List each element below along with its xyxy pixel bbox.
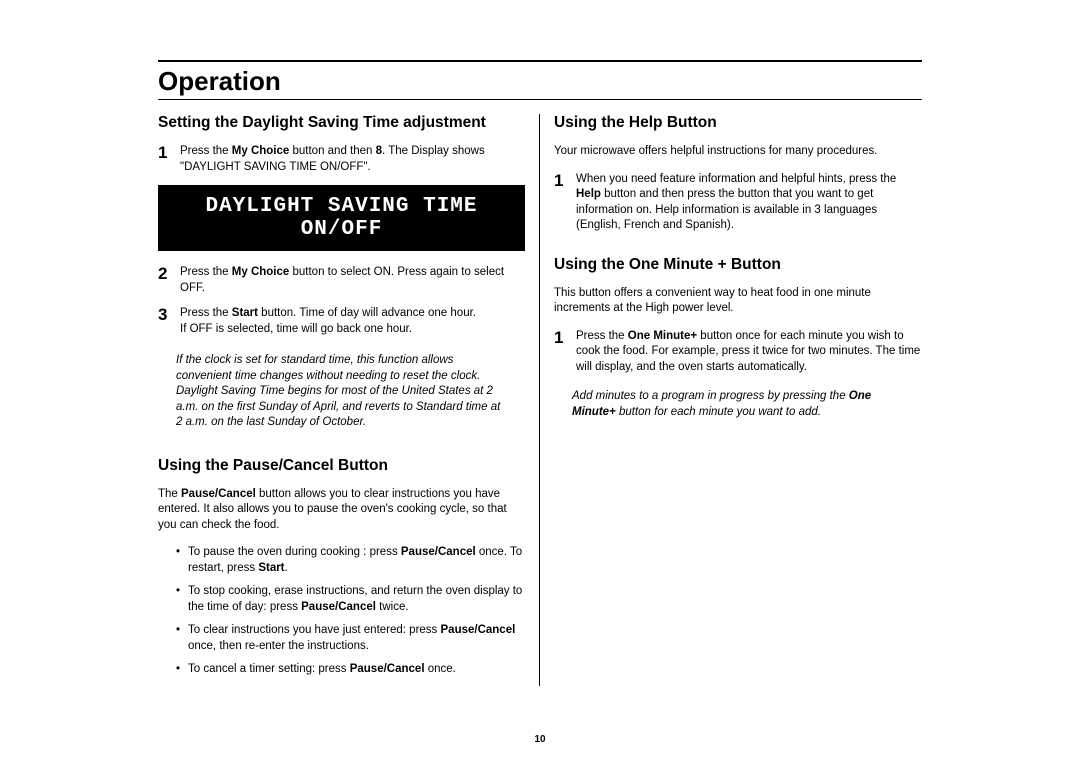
pause-intro: The Pause/Cancel button allows you to cl… bbox=[158, 487, 525, 534]
step-number: 2 bbox=[158, 265, 180, 284]
step-text: Press the My Choice button to select ON.… bbox=[180, 265, 525, 296]
list-item: To stop cooking, erase instructions, and… bbox=[176, 584, 525, 615]
heading-one-minute: Using the One Minute + Button bbox=[554, 256, 922, 274]
heading-help: Using the Help Button bbox=[554, 114, 922, 132]
help-step-1: 1 When you need feature information and … bbox=[554, 172, 922, 234]
step-text: When you need feature information and he… bbox=[576, 172, 922, 234]
oneminute-note: Add minutes to a program in progress by … bbox=[554, 385, 922, 424]
step-text: Press the One Minute+ button once for ea… bbox=[576, 329, 922, 376]
heading-dst: Setting the Daylight Saving Time adjustm… bbox=[158, 114, 525, 132]
manual-page: Operation Setting the Daylight Saving Ti… bbox=[0, 0, 1080, 765]
title-underline bbox=[158, 99, 922, 100]
oneminute-step-1: 1 Press the One Minute+ button once for … bbox=[554, 329, 922, 376]
step-number: 3 bbox=[158, 306, 180, 325]
oneminute-intro: This button offers a convenient way to h… bbox=[554, 286, 922, 317]
list-item: To pause the oven during cooking : press… bbox=[176, 545, 525, 576]
dst-step-1: 1 Press the My Choice button and then 8.… bbox=[158, 144, 525, 175]
content-columns: Setting the Daylight Saving Time adjustm… bbox=[158, 114, 922, 686]
top-rule bbox=[158, 60, 922, 62]
page-number: 10 bbox=[158, 734, 922, 745]
step-text: Press the Start button. Time of day will… bbox=[180, 306, 525, 337]
step-number: 1 bbox=[554, 329, 576, 348]
right-column: Using the Help Button Your microwave off… bbox=[540, 114, 922, 686]
lcd-display: DAYLIGHT SAVING TIME ON/OFF bbox=[158, 185, 525, 251]
step-number: 1 bbox=[554, 172, 576, 191]
dst-note: If the clock is set for standard time, t… bbox=[158, 347, 525, 437]
left-column: Setting the Daylight Saving Time adjustm… bbox=[158, 114, 540, 686]
page-title: Operation bbox=[158, 66, 922, 97]
dst-step-3: 3 Press the Start button. Time of day wi… bbox=[158, 306, 525, 337]
list-item: To cancel a timer setting: press Pause/C… bbox=[176, 662, 525, 678]
list-item: To clear instructions you have just ente… bbox=[176, 623, 525, 654]
help-intro: Your microwave offers helpful instructio… bbox=[554, 144, 922, 160]
step-text: Press the My Choice button and then 8. T… bbox=[180, 144, 525, 175]
heading-pause-cancel: Using the Pause/Cancel Button bbox=[158, 457, 525, 475]
step-number: 1 bbox=[158, 144, 180, 163]
dst-step-2: 2 Press the My Choice button to select O… bbox=[158, 265, 525, 296]
pause-bullet-list: To pause the oven during cooking : press… bbox=[158, 545, 525, 678]
